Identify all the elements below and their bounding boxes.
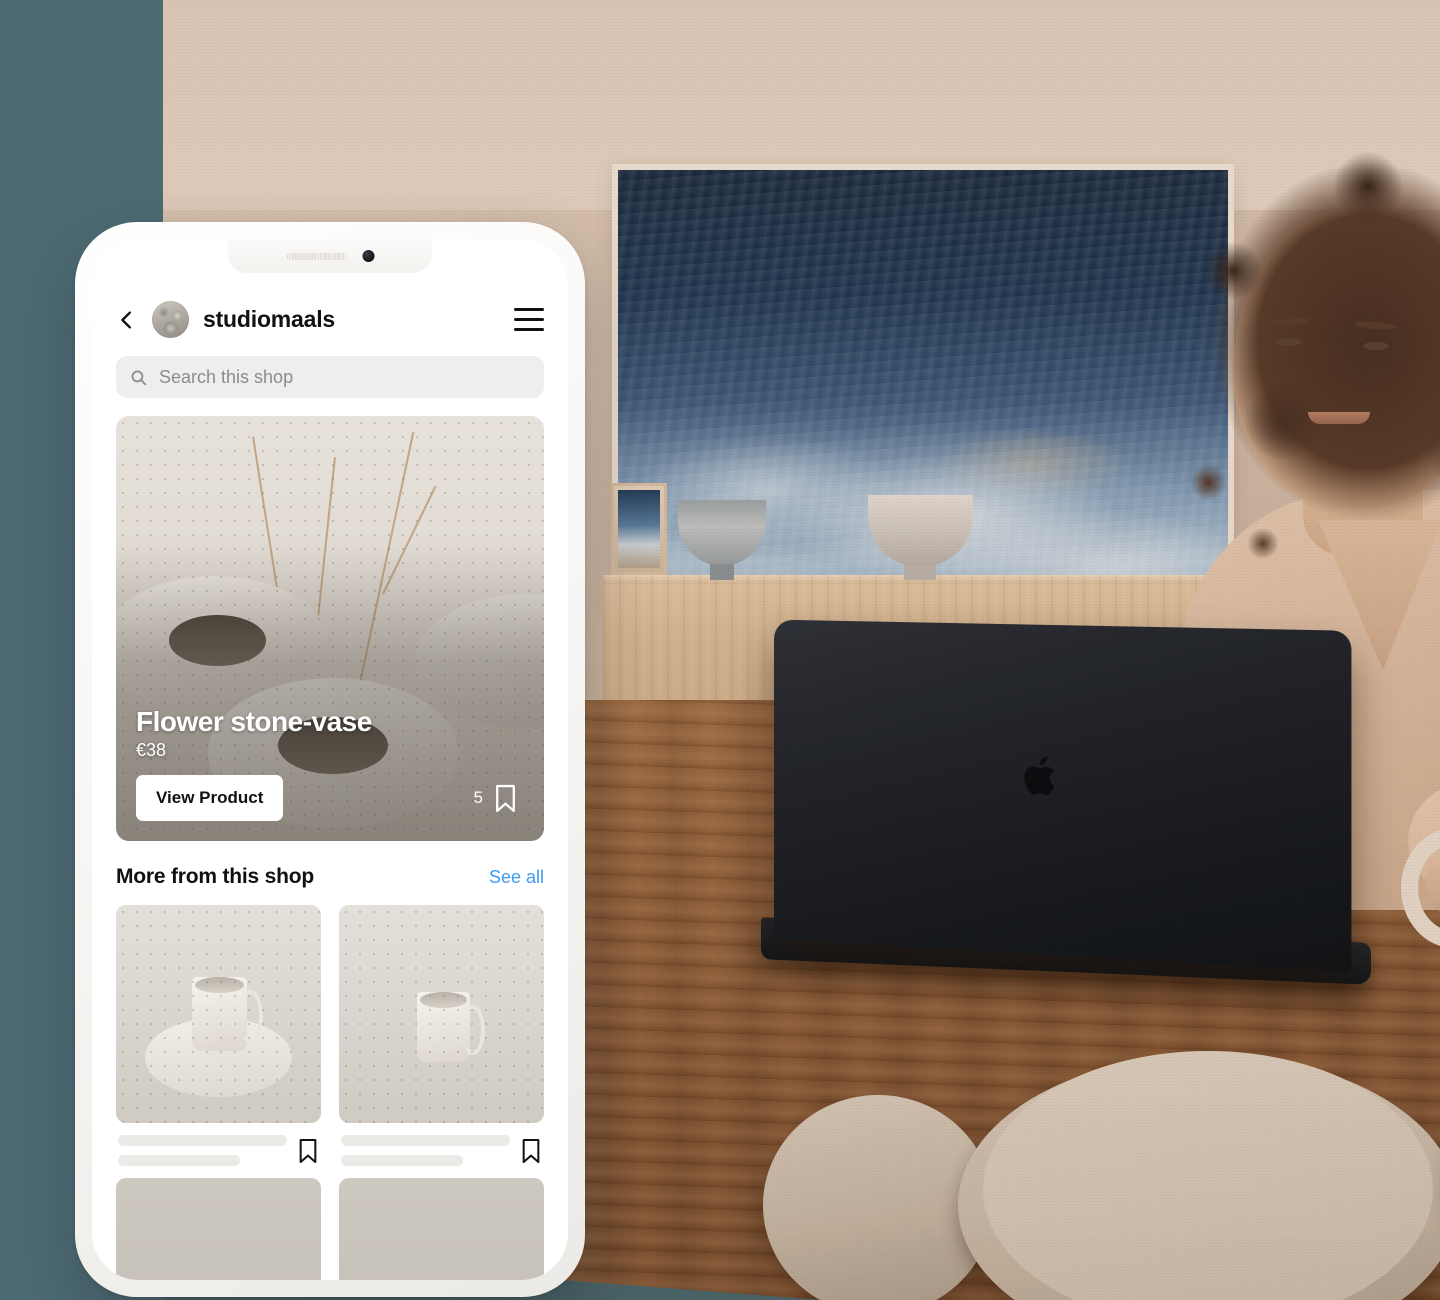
small-photo-frame — [611, 483, 667, 575]
phone-screen: studiomaals Search this shop Flower ston… — [92, 239, 568, 1280]
bookmark-icon[interactable] — [520, 1138, 542, 1164]
speaker-grille-icon — [286, 252, 346, 260]
phone-mockup: studiomaals Search this shop Flower ston… — [75, 222, 585, 1297]
search-icon — [131, 370, 147, 385]
phone-notch — [227, 239, 433, 273]
mouth — [1308, 412, 1370, 424]
see-all-link[interactable]: See all — [489, 867, 544, 888]
bookmark-icon[interactable] — [493, 784, 518, 813]
title-placeholder — [118, 1135, 287, 1166]
search-input-placeholder[interactable]: Search this shop — [159, 367, 293, 388]
curly-hair — [1158, 130, 1440, 600]
apple-logo-icon — [1024, 755, 1055, 796]
eye-left — [1276, 338, 1302, 346]
hero-product-title: Flower stone-vase — [136, 706, 372, 737]
front-camera-icon — [362, 250, 374, 262]
hero-save-group[interactable]: 5 — [474, 784, 524, 813]
search-bar[interactable]: Search this shop — [116, 356, 544, 398]
hamburger-menu-icon[interactable] — [514, 308, 544, 331]
title-placeholder — [341, 1135, 510, 1166]
product-image[interactable] — [116, 1178, 321, 1280]
section-title: More from this shop — [116, 865, 315, 888]
shop-app: studiomaals Search this shop Flower ston… — [92, 239, 568, 1280]
shop-name: studiomaals — [203, 306, 336, 332]
eye-right — [1363, 342, 1389, 350]
product-card[interactable] — [116, 1178, 321, 1280]
product-grid — [116, 905, 544, 1280]
mug — [416, 992, 486, 1062]
product-card[interactable] — [339, 905, 544, 1166]
hero-actions: View Product 5 — [136, 775, 524, 821]
more-from-shop-header: More from this shop See all — [116, 865, 544, 889]
view-product-button[interactable]: View Product — [136, 775, 284, 821]
product-meta — [116, 1123, 321, 1166]
product-image[interactable] — [116, 905, 321, 1123]
macbook-laptop — [773, 619, 1352, 973]
product-meta — [339, 1123, 544, 1166]
cup — [191, 976, 264, 1052]
back-chevron-icon[interactable] — [116, 309, 138, 331]
product-image[interactable] — [339, 1178, 544, 1280]
hero-content: Flower stone-vase €38 View Product 5 — [116, 706, 544, 841]
product-card[interactable] — [116, 905, 321, 1166]
product-card[interactable] — [339, 1178, 544, 1280]
product-image[interactable] — [339, 905, 544, 1123]
hero-product-card[interactable]: Flower stone-vase €38 View Product 5 — [116, 416, 544, 841]
hero-save-count: 5 — [473, 788, 483, 807]
hero-product-price: €38 — [136, 740, 167, 760]
shop-avatar[interactable] — [152, 301, 189, 338]
bookmark-icon[interactable] — [297, 1138, 319, 1164]
